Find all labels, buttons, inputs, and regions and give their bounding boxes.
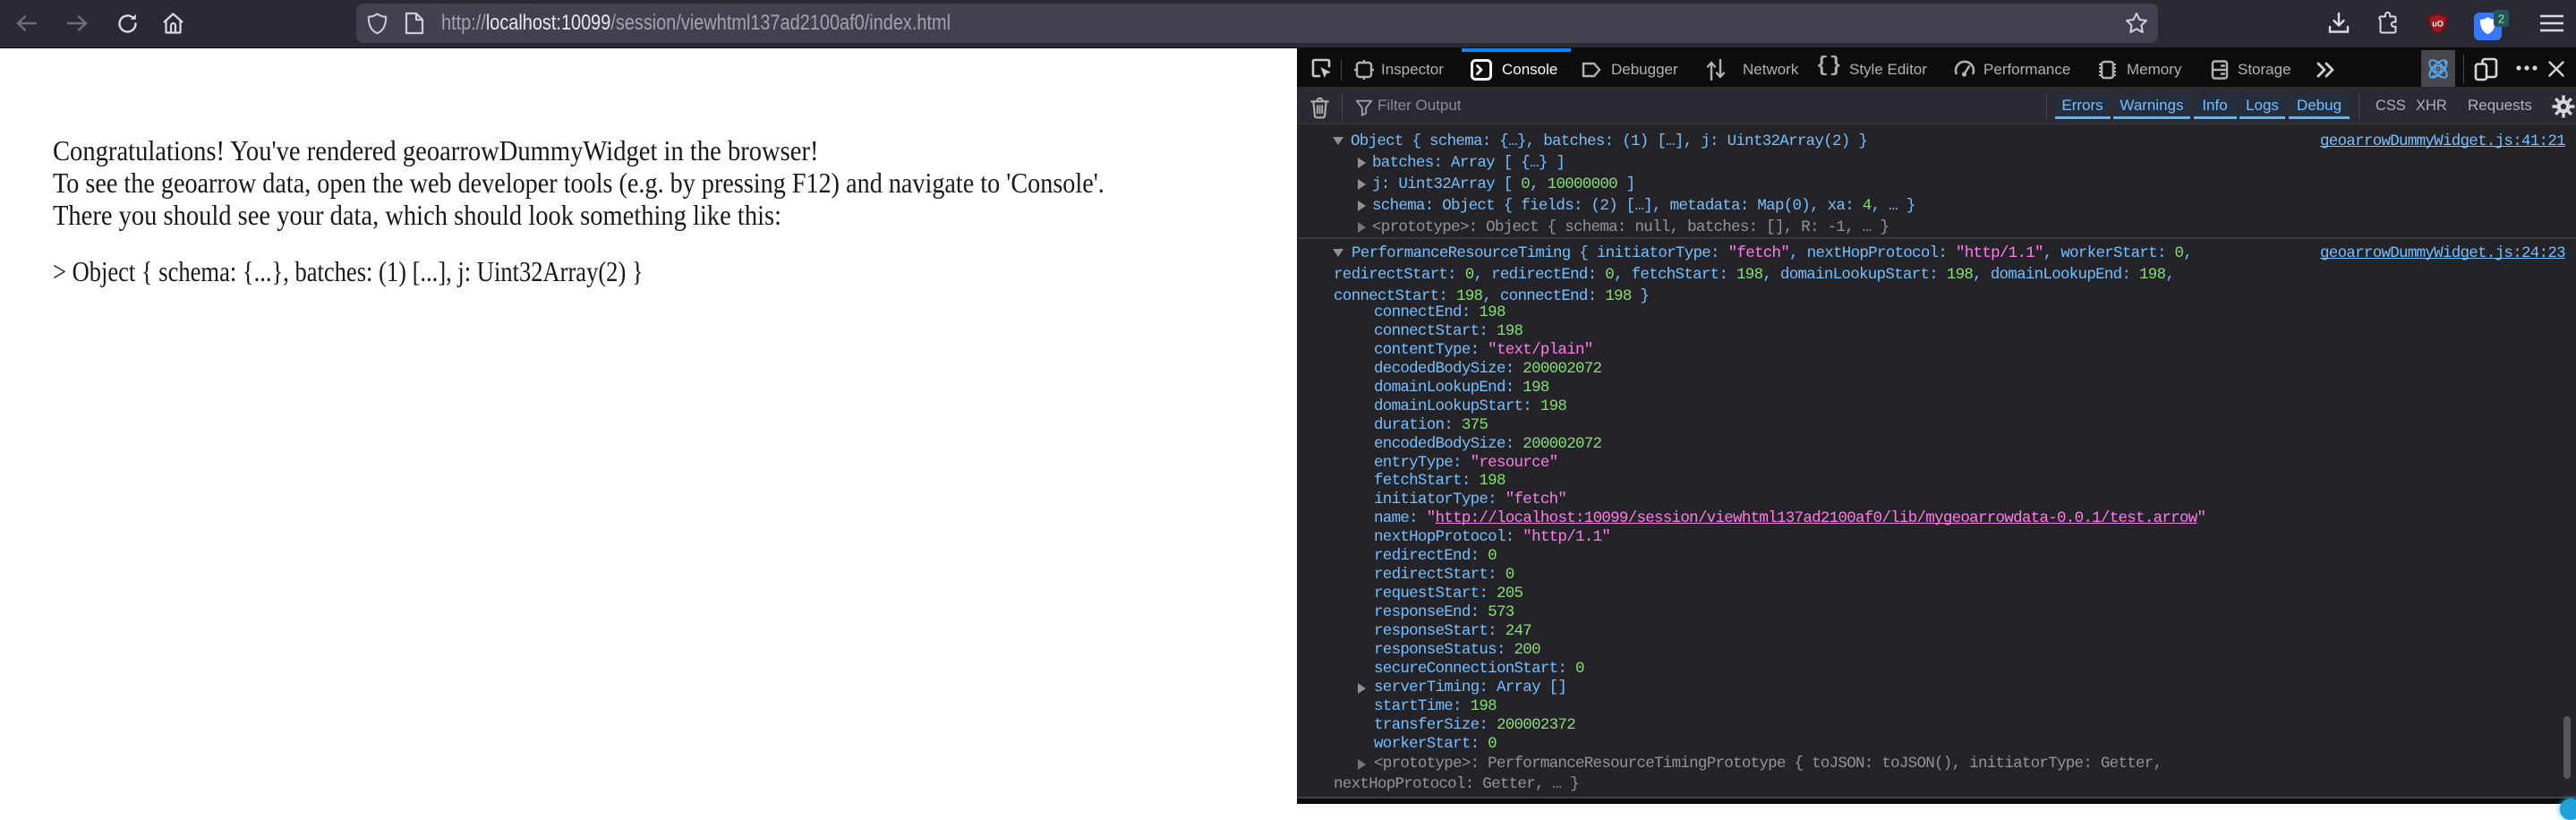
svg-text:uO: uO	[2432, 20, 2444, 29]
svg-text:2: 2	[2498, 13, 2504, 26]
